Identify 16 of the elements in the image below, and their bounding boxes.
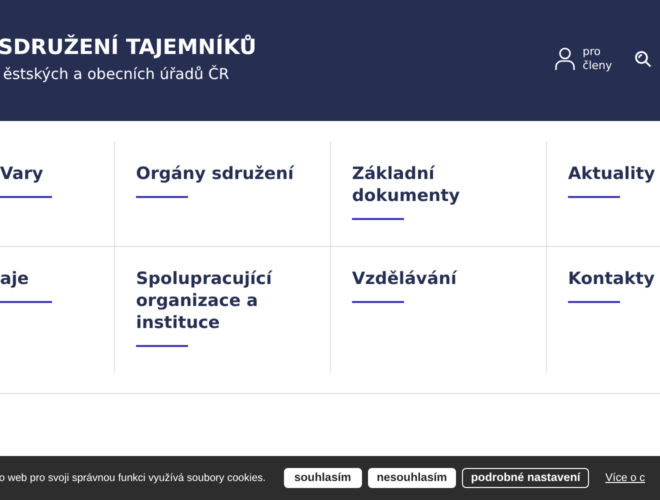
nav-link[interactable]: Základní dokumenty — [352, 163, 526, 207]
nav-link[interactable]: Aktuality — [568, 163, 656, 185]
cookie-button[interactable]: nesouhlasím — [368, 468, 456, 488]
nav-link[interactable]: aje — [0, 268, 29, 290]
nav-link[interactable]: Spolupracující organizace a instituce — [136, 268, 310, 334]
nav-link[interactable]: Vary — [0, 163, 44, 185]
user-icon — [554, 46, 575, 70]
search-icon[interactable] — [634, 50, 652, 68]
nav-link[interactable]: Kontakty — [568, 268, 655, 290]
nav-link[interactable]: Orgány sdružení — [136, 163, 294, 185]
site-subtitle: ěstských a obecních úřadů ČR — [3, 64, 230, 82]
cookie-button[interactable]: podrobné nastavení — [462, 468, 590, 488]
more-link[interactable]: Více o c — [605, 472, 646, 484]
nav-link[interactable]: Vzdělávání — [352, 268, 457, 290]
members-link[interactable]: pro členy — [554, 44, 612, 72]
cookie-button[interactable]: souhlasím — [284, 468, 362, 488]
